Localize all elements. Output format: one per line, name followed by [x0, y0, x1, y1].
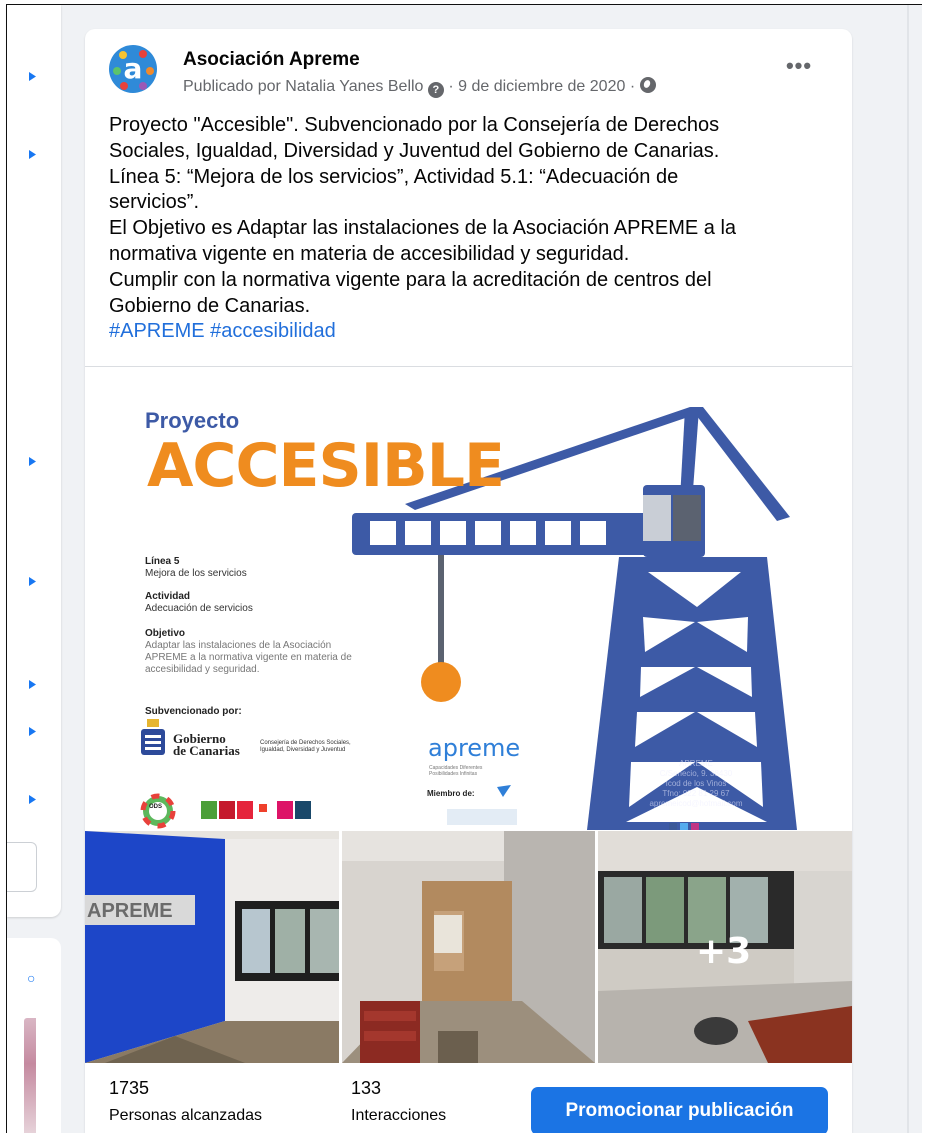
- page-avatar[interactable]: a: [109, 45, 157, 93]
- interactions-value: 133: [351, 1078, 382, 1098]
- post-body-line: Gobierno de Canarias.: [109, 294, 311, 317]
- post-body-line: Cumplir con la normativa vigente para la…: [109, 268, 712, 291]
- poster-apreme-tagline: Capacidades Diferentes Posibilidades Inf…: [429, 765, 482, 777]
- poster-consejeria-line: Consejería de Derechos Sociales,: [260, 740, 351, 746]
- question-badge-icon[interactable]: ?: [427, 82, 444, 98]
- poster-contact-line: apremeicod@hotmail.com: [649, 799, 743, 808]
- post-body-line: Línea 5: “Mejora de los servicios”, Acti…: [109, 165, 679, 188]
- post-body-line: servicios”.: [109, 191, 200, 214]
- poster-actividad-value: Adecuación de servicios: [145, 603, 253, 614]
- post-meta: Publicado por Natalia Yanes Bello ? · 9 …: [183, 77, 656, 98]
- interactions-label: Interacciones: [351, 1107, 447, 1124]
- poster-contact-line: Icod de los Vinos: [665, 779, 727, 788]
- post-body-line: Proyecto "Accesible". Subvencionado por …: [109, 114, 720, 136]
- post-body-line: Sociales, Igualdad, Diversidad y Juventu…: [109, 139, 720, 162]
- post-insights: 1735 Personas alcanzadas 133 Interaccion…: [85, 1063, 852, 1133]
- left-column-box[interactable]: [7, 842, 37, 892]
- poster-miembro: Miembro de:: [427, 789, 475, 798]
- poster-actividad-label: Actividad: [145, 591, 191, 602]
- poster-objetivo-line: accesibilidad y seguridad.: [145, 664, 260, 675]
- promote-post-button[interactable]: Promocionar publicación: [531, 1087, 828, 1133]
- post-card: a Asociación Apreme Publicado por Natali…: [85, 29, 852, 1133]
- post-hashtags[interactable]: #APREME #accesibilidad: [109, 319, 829, 345]
- more-photos-count[interactable]: +3: [696, 931, 751, 972]
- poster-apreme-logo: apreme: [428, 734, 521, 762]
- page-name[interactable]: Asociación Apreme: [183, 49, 360, 71]
- poster-linea-label: Línea 5: [145, 556, 180, 567]
- published-by[interactable]: Publicado por Natalia Yanes Bello: [183, 78, 423, 95]
- poster-apreme-tagline-line: Posibilidades Infinitas: [429, 771, 478, 777]
- poster-accesible: ACCESIBLE: [147, 431, 505, 501]
- post-date[interactable]: 9 de diciembre de 2020: [458, 78, 625, 95]
- poster-consejeria: Consejería de Derechos Sociales, Igualda…: [260, 740, 351, 754]
- photo-thumbnail[interactable]: APREME: [85, 831, 339, 1063]
- poster-objetivo-line: APREME a la normativa vigente en materia…: [145, 652, 352, 663]
- meta-separator: ·: [448, 78, 454, 95]
- poster-contact-line: Tfno: 922 81 29 67: [662, 789, 730, 798]
- globe-icon: [639, 77, 656, 93]
- avatar-logo: a: [123, 52, 143, 85]
- poster-contact-line: APREME: [679, 759, 713, 768]
- left-partial-glyph: ○: [27, 970, 36, 986]
- post-body-line: El Objetivo es Adaptar las instalaciones…: [109, 217, 737, 240]
- post-body-line: normativa vigente en materia de accesibi…: [109, 242, 630, 265]
- right-gutter: [852, 5, 922, 1133]
- reach-label: Personas alcanzadas: [109, 1107, 262, 1124]
- poster-objetivo-line: Adaptar las instalaciones de la Asociaci…: [145, 640, 332, 651]
- poster-contact: APREME C/Senecio, 9. 38430 Icod de los V…: [621, 759, 771, 809]
- poster-linea-value: Mejora de los servicios: [145, 568, 247, 579]
- poster-subvencionado: Subvencionado por:: [145, 706, 242, 717]
- poster-objetivo-label: Objetivo: [145, 628, 186, 639]
- left-partial-thumbnail[interactable]: [24, 1018, 36, 1133]
- post-body: Proyecto "Accesible". Subvencionado por …: [109, 113, 829, 345]
- poster-gobierno-line: de Canarias: [173, 743, 240, 758]
- poster-contact-line: C/Senecio, 9. 38430: [659, 769, 733, 778]
- poster-consejeria-line: Igualdad, Diversidad y Juventud: [260, 747, 346, 753]
- reach-value: 1735: [109, 1078, 150, 1098]
- more-options-icon[interactable]: •••: [779, 55, 819, 85]
- photo-grid: APREME +3: [85, 831, 852, 1063]
- right-scroll-edge: [907, 5, 909, 1133]
- post-image-poster[interactable]: Proyecto ACCESIBLE Línea 5 Mejora de los…: [85, 367, 852, 830]
- svg-text:APREME: APREME: [87, 900, 173, 922]
- photo-thumbnail[interactable]: [342, 831, 595, 1063]
- photo-thumbnail[interactable]: +3: [598, 831, 852, 1063]
- meta-separator: ·: [629, 78, 636, 95]
- poster-ods: ODS: [149, 804, 163, 810]
- poster-gobierno: Gobierno de Canarias: [173, 732, 240, 758]
